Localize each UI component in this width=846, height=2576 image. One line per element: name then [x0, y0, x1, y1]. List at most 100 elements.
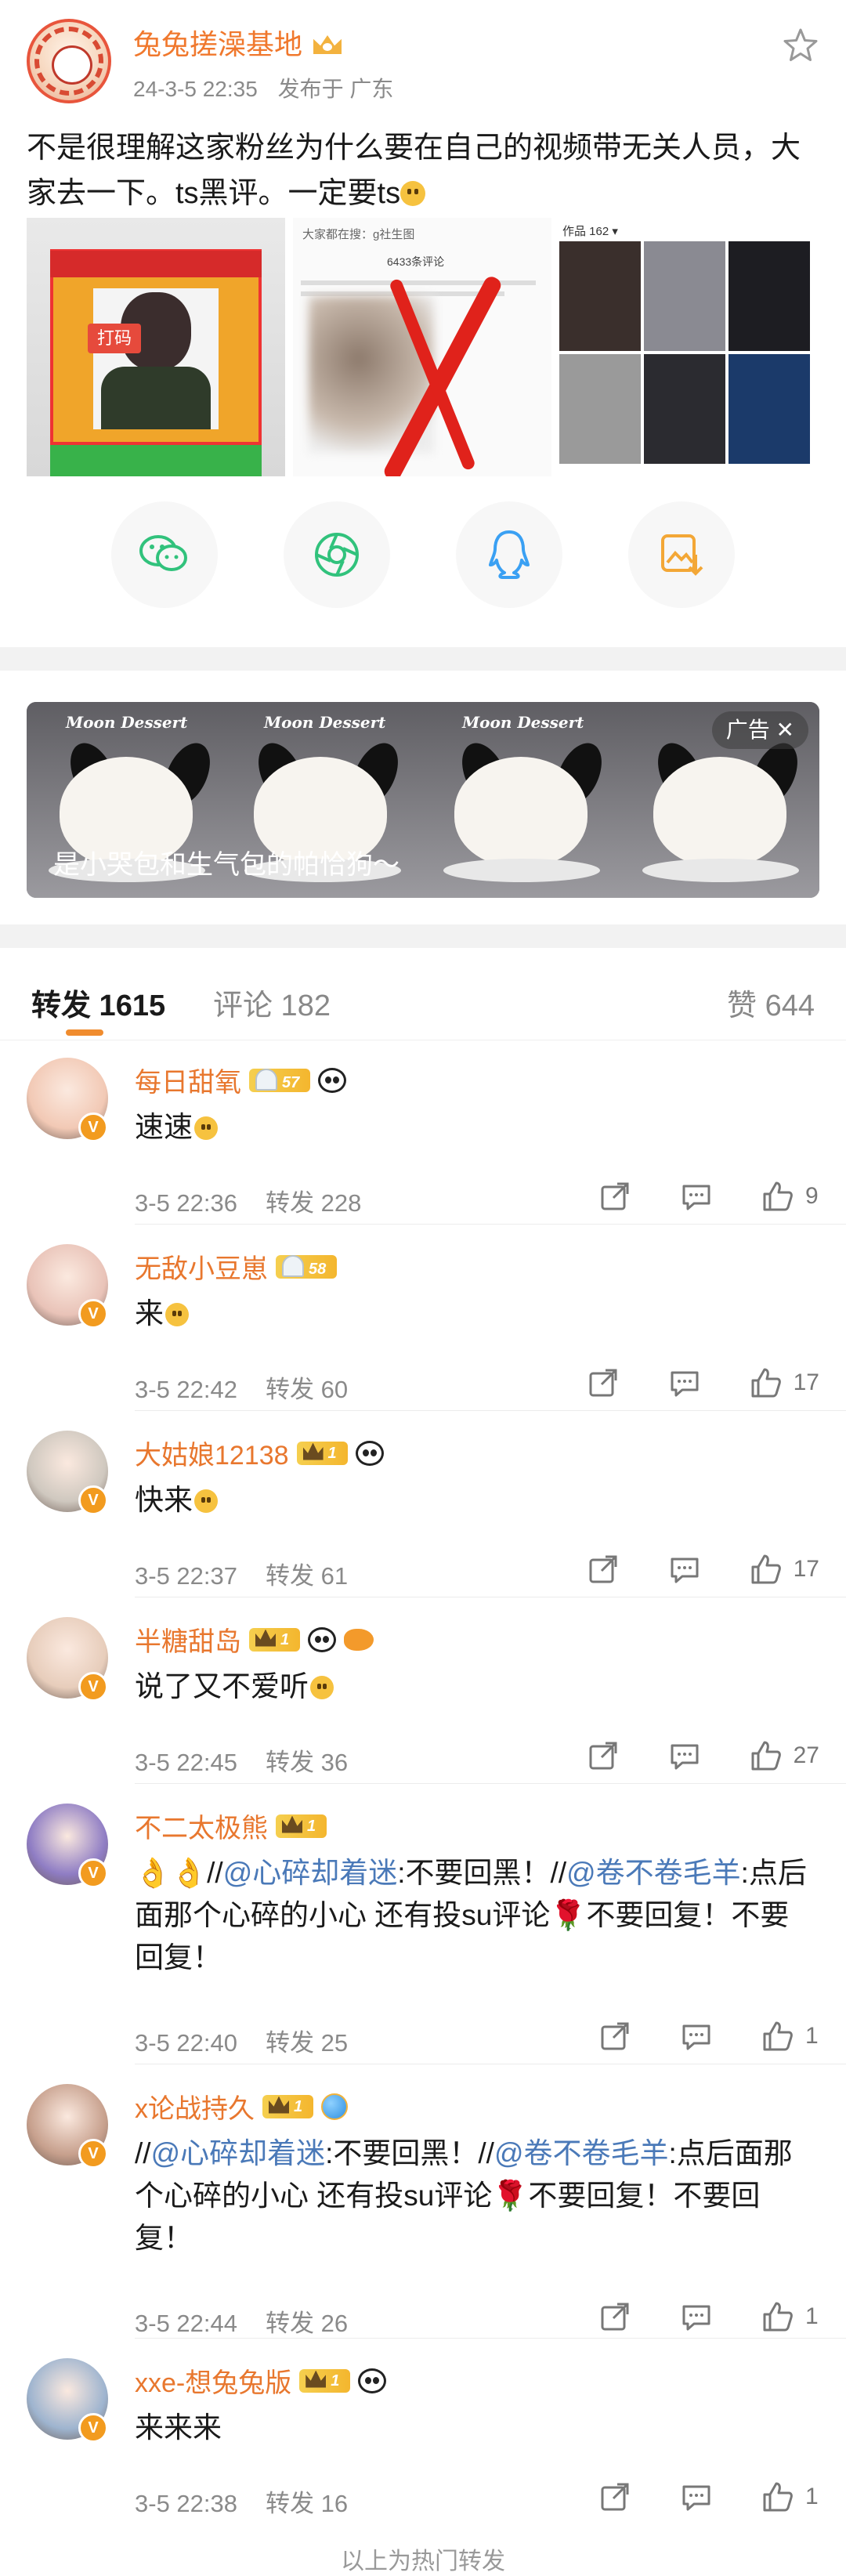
- username-row: 不二太极熊 1: [135, 1807, 327, 1845]
- author-block: 兔兔搓澡基地 24-3-5 22:35 发布于 广东: [133, 19, 393, 103]
- post-image-2[interactable]: 大家都在搜：g社生图 6433条评论: [293, 218, 551, 476]
- like-button[interactable]: 17: [750, 1553, 819, 1586]
- tab-comments[interactable]: 评论 182: [213, 981, 331, 1024]
- text-fragment: 来来来: [135, 2411, 222, 2444]
- repost-meta: 3-5 22:45 转发 36: [135, 1742, 348, 1778]
- section-gap: [0, 924, 846, 948]
- repost-actions: 1: [550, 2020, 819, 2053]
- favorite-star-icon[interactable]: [782, 27, 819, 64]
- section-gap: [0, 647, 846, 671]
- share-icon: [589, 1555, 617, 1583]
- share-button[interactable]: [587, 1553, 620, 1586]
- like-button[interactable]: 9: [761, 1180, 819, 1213]
- author-name-row[interactable]: 兔兔搓澡基地: [133, 22, 393, 63]
- divider: [135, 1410, 846, 1411]
- share-save-image-button[interactable]: [628, 501, 735, 608]
- repost-count[interactable]: 转发 228: [266, 1189, 361, 1217]
- repost-count[interactable]: 转发 61: [266, 1562, 348, 1590]
- like-button[interactable]: 1: [761, 2480, 819, 2513]
- tab-likes[interactable]: 赞 644: [727, 981, 815, 1024]
- ad-close-button[interactable]: 广告 ✕: [711, 711, 808, 749]
- repost-count[interactable]: 转发 26: [266, 2310, 348, 2337]
- smile-emoji-icon: [400, 181, 426, 206]
- repost-count[interactable]: 转发 16: [266, 2490, 348, 2517]
- share-button[interactable]: [587, 1739, 620, 1772]
- author-avatar[interactable]: [27, 19, 111, 103]
- mention-link[interactable]: @卷不卷毛羊: [566, 1857, 741, 1889]
- comment-button[interactable]: [680, 2480, 713, 2513]
- comment-button[interactable]: [680, 2020, 713, 2053]
- avatar-face: [52, 45, 92, 85]
- like-button[interactable]: 1: [761, 2300, 819, 2333]
- mention-link[interactable]: @心碎却着迷: [151, 2137, 326, 2169]
- username[interactable]: 半糖甜岛: [135, 1620, 241, 1659]
- comment-button[interactable]: [668, 1553, 701, 1586]
- image3-tile: [728, 354, 810, 464]
- comment-button[interactable]: [680, 1180, 713, 1213]
- username[interactable]: xxe-想兔兔版: [135, 2361, 291, 2400]
- username[interactable]: 无敌小豆崽: [135, 1247, 268, 1286]
- comment-icon: [682, 2305, 710, 2331]
- share-button[interactable]: [598, 2480, 631, 2513]
- close-icon[interactable]: ✕: [776, 718, 794, 742]
- comment-icon: [682, 1185, 710, 1210]
- username[interactable]: 大姑娘12138: [135, 1434, 289, 1472]
- repost-time: 3-5 22:37: [135, 1562, 237, 1590]
- interaction-tabs: 转发 1615 评论 182 赞 644: [0, 957, 846, 1040]
- mention-link[interactable]: @心碎却着迷: [223, 1857, 398, 1889]
- post-text: 不是很理解这家粉丝为什么要在自己的视频带无关人员，大家去一下。ts黑评。一定要t…: [27, 125, 818, 216]
- username[interactable]: 不二太极熊: [135, 1807, 268, 1845]
- like-icon: [763, 2021, 793, 2051]
- share-wechat-button[interactable]: [111, 501, 218, 608]
- repost-text: //@心碎却着迷:不要回黑！//@卷不卷毛羊:点后面那个心碎的小心 还有投su评…: [135, 2133, 816, 2259]
- repost-actions: 1: [550, 2300, 819, 2333]
- post-image-1[interactable]: 打码: [27, 218, 285, 476]
- username[interactable]: 每日甜氧: [135, 1061, 241, 1099]
- repost-count[interactable]: 转发 36: [266, 1749, 348, 1776]
- ad-dessert: [454, 757, 588, 867]
- comment-button[interactable]: [680, 2300, 713, 2333]
- comment-button[interactable]: [668, 1366, 701, 1399]
- repost-text: 快来: [135, 1479, 816, 1521]
- verified-badge-icon: V: [78, 1858, 108, 1888]
- share-button[interactable]: [587, 1366, 620, 1399]
- level-badge: 1: [276, 1814, 327, 1838]
- text-fragment: 来: [135, 1297, 164, 1330]
- level-badge: 1: [299, 2368, 351, 2393]
- username-row: 每日甜氧 57: [135, 1061, 347, 1099]
- mention-link[interactable]: @卷不卷毛羊: [494, 2137, 669, 2169]
- repost-text: 速速: [135, 1106, 816, 1149]
- username-row: 无敌小豆崽 58: [135, 1247, 338, 1286]
- image1-person-body: [101, 367, 211, 429]
- tab-repost[interactable]: 转发 1615: [31, 981, 165, 1024]
- image3-tile: [644, 241, 725, 351]
- username-row: x论战持久 1: [135, 2087, 349, 2126]
- footer-note: 以上为热门转发: [341, 2549, 505, 2574]
- share-button[interactable]: [598, 2020, 631, 2053]
- ad-plate: [443, 859, 600, 882]
- post-image-3[interactable]: 作品 162 ▾: [559, 218, 818, 476]
- share-button[interactable]: [598, 1180, 631, 1213]
- share-moments-button[interactable]: [284, 501, 390, 608]
- like-button[interactable]: 17: [750, 1366, 819, 1399]
- ad-banner[interactable]: Moon Dessert Moon Dessert Moon Dessert 是…: [27, 702, 819, 898]
- like-button[interactable]: 27: [750, 1739, 819, 1772]
- like-count: 27: [793, 1742, 819, 1768]
- emoji-icon: [194, 1116, 218, 1140]
- like-button[interactable]: 1: [761, 2020, 819, 2053]
- post-location: 发布于 广东: [277, 77, 394, 101]
- username[interactable]: x论战持久: [135, 2087, 255, 2126]
- author-name[interactable]: 兔兔搓澡基地: [133, 22, 302, 63]
- repost-time: 3-5 22:36: [135, 1189, 237, 1217]
- like-count: 1: [805, 2484, 819, 2509]
- ad-caption: 是小哭包和生气包的帕恰狗～: [53, 850, 400, 880]
- share-qq-button[interactable]: [456, 501, 562, 608]
- divider: [135, 2338, 846, 2339]
- share-button[interactable]: [598, 2300, 631, 2333]
- text-fragment: 速速: [135, 1111, 193, 1143]
- repost-count[interactable]: 转发 25: [266, 2029, 348, 2057]
- repost-text: 👌👌//@心碎却着迷:不要回黑！//@卷不卷毛羊:点后面那个心碎的小心 还有投s…: [135, 1852, 816, 1979]
- repost-count[interactable]: 转发 60: [266, 1376, 348, 1403]
- fish-icon: [344, 1628, 374, 1651]
- comment-button[interactable]: [668, 1739, 701, 1772]
